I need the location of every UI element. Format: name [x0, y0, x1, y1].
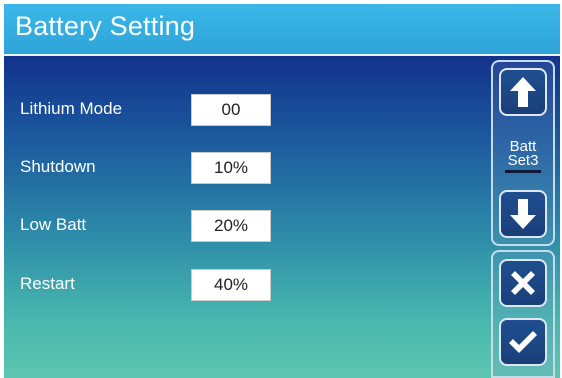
low-batt-label: Low Batt [20, 215, 87, 234]
lithium-mode-field[interactable]: 00 [191, 94, 271, 126]
close-icon [511, 271, 535, 295]
page-indicator-underline [505, 170, 541, 173]
arrow-down-icon [510, 199, 536, 229]
shutdown-field[interactable]: 10% [191, 152, 271, 184]
title-bar: Battery Setting [4, 4, 560, 56]
cancel-button[interactable] [499, 259, 547, 307]
low-batt-field[interactable]: 20% [191, 210, 271, 242]
settings-panel: Lithium Mode 00 Shutdown 10% Low Batt 20… [4, 56, 560, 378]
checkmark-icon [509, 331, 537, 353]
lithium-mode-label: Lithium Mode [20, 99, 123, 118]
arrow-up-icon [510, 77, 536, 107]
page-up-button[interactable] [499, 68, 547, 116]
page-title: Battery Setting [15, 11, 196, 41]
inverter-screen: Battery Setting Lithium Mode 00 Shutdown… [4, 4, 560, 378]
page-down-button[interactable] [499, 190, 547, 238]
restart-label: Restart [20, 274, 75, 293]
page-indicator: Batt Set3 [493, 139, 553, 169]
page-navigation-group: Batt Set3 [491, 60, 555, 246]
page-indicator-line2: Set3 [507, 152, 539, 169]
shutdown-label: Shutdown [20, 157, 96, 176]
restart-field[interactable]: 40% [191, 269, 271, 301]
action-group [491, 250, 555, 378]
confirm-button[interactable] [499, 318, 547, 366]
